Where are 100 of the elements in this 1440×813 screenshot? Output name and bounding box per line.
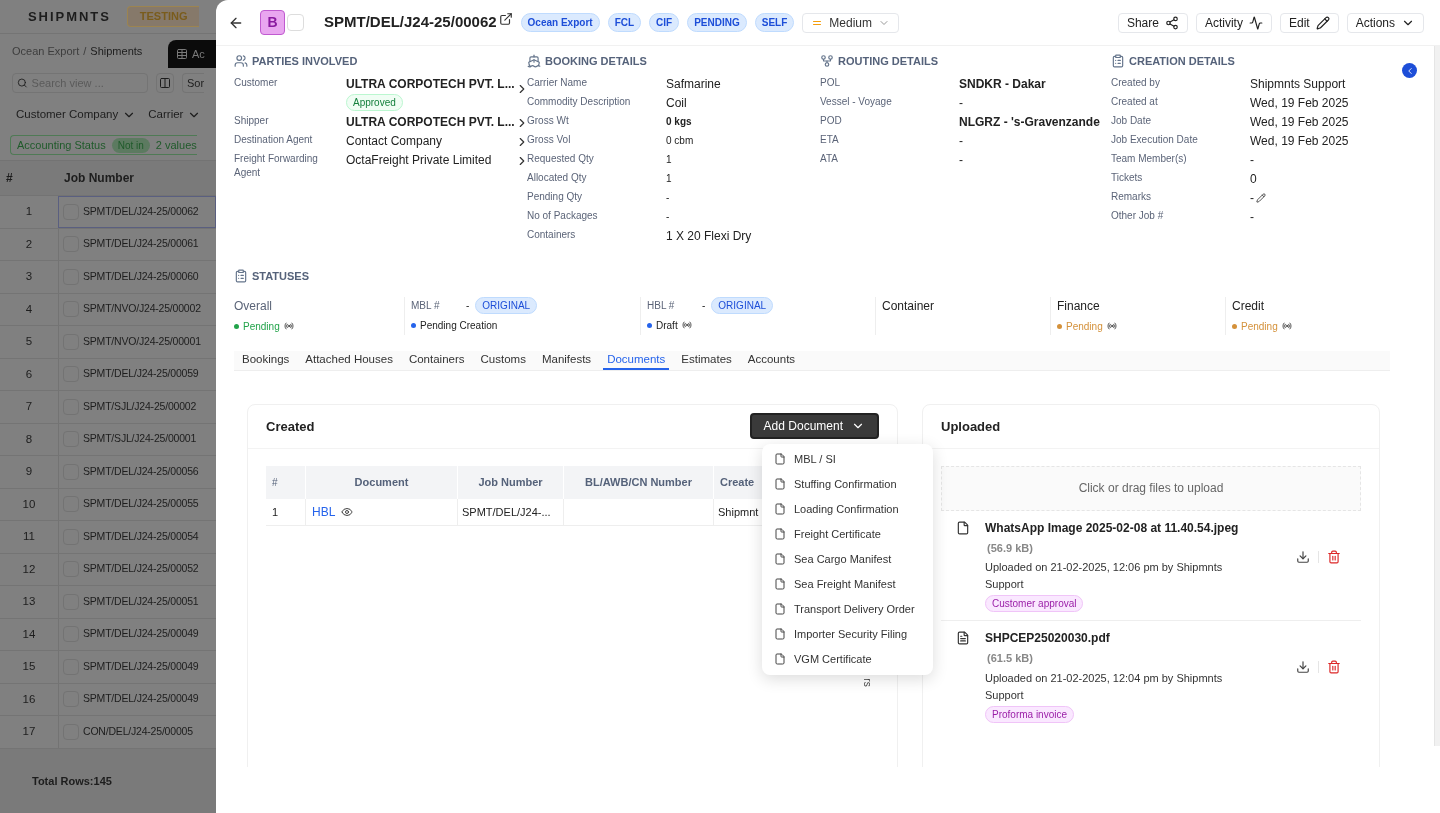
- section-title: ROUTING DETAILS: [838, 53, 938, 69]
- row-number: 12: [21, 561, 37, 577]
- job-number: SPMT/NVO/J24-25/00001: [83, 333, 201, 349]
- status-text: Pending: [1241, 319, 1278, 334]
- tab[interactable]: Manifests: [537, 350, 596, 370]
- menu-item[interactable]: Sea Cargo Manifest: [762, 546, 933, 572]
- collapse-button[interactable]: [1402, 63, 1417, 78]
- file-icon: [774, 553, 786, 566]
- pencil-icon[interactable]: [1256, 193, 1266, 203]
- header-button[interactable]: Actions: [1346, 12, 1424, 33]
- pencil-icon: [1315, 15, 1330, 30]
- field-value: NLGRZ - 's-Gravenzande: [959, 114, 1100, 130]
- delete-icon[interactable]: [1326, 549, 1341, 564]
- column-header[interactable]: Job Number: [58, 169, 134, 187]
- field-value: OctaFreight Private Limited: [346, 152, 492, 168]
- field-label: Job Date: [1111, 114, 1153, 128]
- table-icon: [176, 48, 188, 60]
- job-number: SPMT/DEL/J24-25/00060: [83, 268, 199, 284]
- file-size: (61.5 kB): [987, 651, 1033, 667]
- menu-item[interactable]: Sea Freight Manifest: [762, 571, 933, 597]
- tab[interactable]: Documents: [603, 350, 670, 370]
- menu-item[interactable]: Freight Certificate: [762, 521, 933, 547]
- field-label: Commodity Description: [527, 95, 632, 109]
- row-number: 11: [22, 529, 36, 545]
- field-label: Freight Forwarding Agent: [234, 152, 319, 180]
- checkbox[interactable]: [287, 14, 304, 31]
- field-label: Gross Wt: [527, 114, 570, 128]
- row-number: 7: [24, 399, 34, 415]
- field-label: Requested Qty: [527, 152, 595, 166]
- scrollbar[interactable]: [1434, 46, 1440, 746]
- field-value: -: [666, 191, 670, 205]
- file-icon: [774, 478, 786, 491]
- menu-item[interactable]: Loading Confirmation: [762, 496, 933, 522]
- row-number: 6: [24, 366, 34, 382]
- sort-button[interactable]: Sor: [182, 73, 205, 93]
- field-value: Wed, 19 Feb 2025: [1250, 133, 1349, 149]
- fork-icon: [820, 54, 834, 68]
- field-value: 0 kgs: [666, 115, 692, 129]
- job-number: SPMT/DEL/J24-25/00062: [83, 203, 199, 219]
- job-number: SPMT/DEL/J24-25/00056: [83, 463, 199, 479]
- environment-badge: TESTING: [126, 6, 200, 27]
- filter-value: 2 values: [155, 137, 197, 153]
- job-number: SPMT/SJL/J24-25/00001: [83, 431, 197, 447]
- section-title: STATUSES: [252, 269, 310, 284]
- table-row[interactable]: SPMT/DEL/J24-25/00062: [58, 196, 216, 228]
- download-icon[interactable]: [1295, 549, 1310, 564]
- rotated-text: rs: [860, 678, 874, 687]
- header-button[interactable]: Share: [1117, 12, 1188, 33]
- tag: CIF: [649, 13, 680, 32]
- file-size: (56.9 kB): [987, 540, 1033, 556]
- priority-dropdown[interactable]: Medium: [802, 12, 899, 33]
- tab[interactable]: Attached Houses: [301, 350, 397, 370]
- tab[interactable]: Bookings: [238, 350, 294, 370]
- eye-icon[interactable]: [341, 505, 354, 518]
- file-icon: [774, 578, 786, 591]
- section-title: CREATION DETAILS: [1129, 53, 1235, 69]
- filter-dropdown[interactable]: Customer Company: [16, 106, 137, 124]
- menu-item[interactable]: MBL / SI: [762, 446, 933, 472]
- job-number: SPMT/DEL/J24-25/00054: [83, 528, 199, 544]
- row-number: 10: [21, 496, 37, 512]
- row-number: 2: [24, 236, 34, 252]
- original-badge: ORIGINAL: [475, 296, 538, 314]
- download-icon[interactable]: [1295, 660, 1310, 674]
- signal-icon: [681, 320, 692, 330]
- column-header: #: [5, 170, 14, 187]
- field-value: -: [1250, 152, 1254, 168]
- external-link-icon[interactable]: [498, 11, 513, 26]
- menu-item[interactable]: VGM Certificate: [762, 646, 933, 672]
- add-document-button[interactable]: Add Document: [749, 413, 879, 440]
- menu-item[interactable]: Importer Security Filing: [762, 621, 933, 647]
- columns-button[interactable]: [156, 73, 174, 93]
- status-text: Pending: [243, 319, 280, 334]
- breadcrumb-link[interactable]: Ocean Export: [12, 42, 80, 60]
- tab[interactable]: Containers: [404, 350, 469, 370]
- menu-item[interactable]: Stuffing Confirmation: [762, 471, 933, 497]
- tab[interactable]: Estimates: [677, 350, 736, 370]
- field-label: Job Execution Date: [1111, 133, 1199, 147]
- field-value: Wed, 19 Feb 2025: [1250, 95, 1349, 111]
- field-value: Shipmnts Support: [1250, 76, 1346, 92]
- job-number: SPMT/DEL/J24-25/00061: [83, 236, 199, 252]
- menu-item[interactable]: Transport Delivery Order: [762, 596, 933, 622]
- field-label: Vessel - Voyage: [820, 95, 893, 109]
- delete-icon[interactable]: [1326, 660, 1341, 674]
- document-link[interactable]: HBL: [312, 502, 336, 521]
- row-number: 13: [21, 594, 37, 610]
- tag: FCL: [607, 13, 642, 32]
- status-text: Pending: [1066, 319, 1103, 334]
- tab[interactable]: Accounts: [743, 350, 800, 370]
- header-button[interactable]: Edit: [1279, 12, 1339, 33]
- activity-icon: [1248, 15, 1263, 30]
- view-tab[interactable]: Ac: [168, 40, 216, 68]
- filter-dropdown[interactable]: Carrier: [148, 106, 202, 124]
- table-cell: SPMT/DEL/J24-...: [457, 498, 563, 525]
- tab[interactable]: Customs: [476, 350, 530, 370]
- field-label: ETA: [820, 133, 840, 147]
- upload-dropzone[interactable]: Click or drag files to upload: [941, 465, 1361, 511]
- field-value: 1: [666, 172, 672, 186]
- signal-icon: [283, 321, 294, 331]
- header-button[interactable]: Activity: [1195, 12, 1272, 33]
- status-text: Draft: [656, 318, 678, 333]
